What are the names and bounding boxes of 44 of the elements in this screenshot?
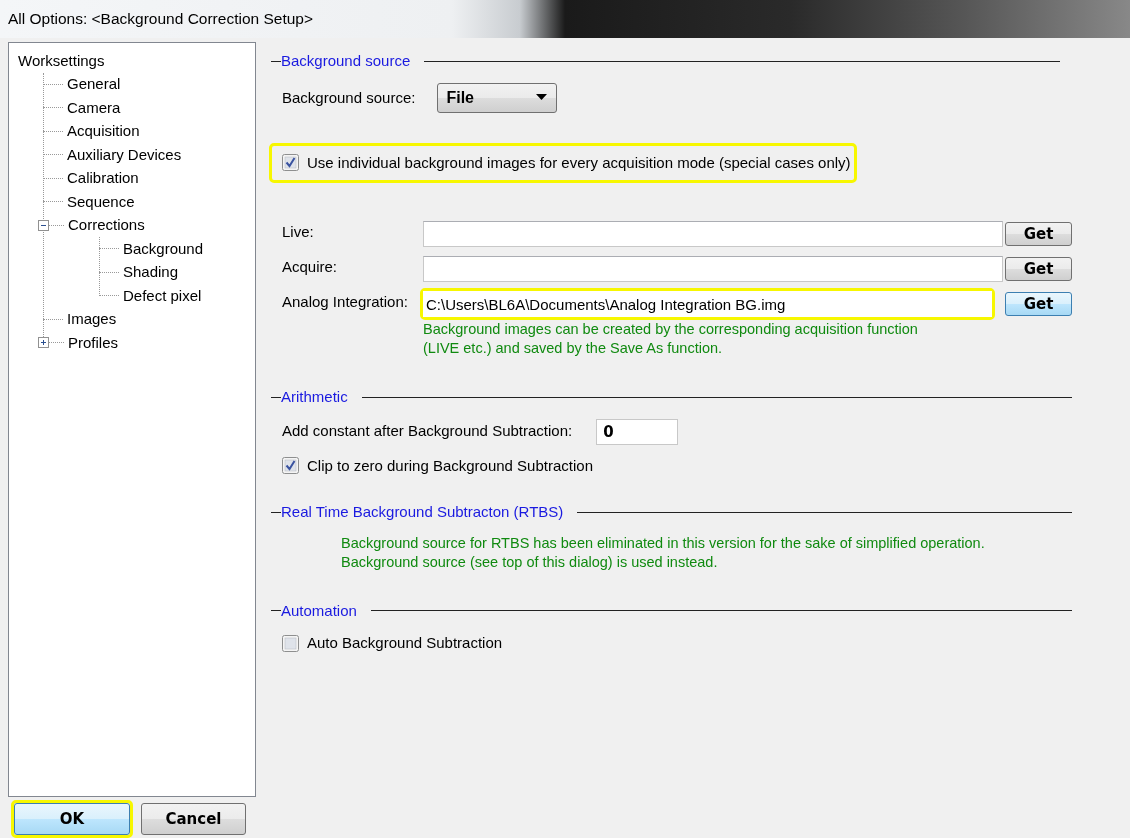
field-label: Acquire: bbox=[282, 257, 339, 277]
tree-item[interactable]: Worksettings bbox=[18, 49, 105, 72]
section-title: Real Time Background Subtracton (RTBS) bbox=[281, 502, 564, 522]
tree-item[interactable]: Auxiliary Devices bbox=[67, 143, 182, 166]
get-button[interactable]: Get bbox=[1005, 257, 1072, 281]
path-field[interactable] bbox=[423, 256, 1003, 282]
note-text: Background images can be created by the corresponding acquisition function (LIVE etc.) and saved by the Save As function. bbox=[422, 320, 918, 358]
tree-item[interactable]: Camera bbox=[67, 96, 121, 119]
section-title: Arithmetic bbox=[281, 387, 348, 407]
ok-button[interactable]: OK bbox=[14, 803, 130, 835]
tree-item[interactable]: General bbox=[67, 73, 121, 96]
section-title: Background source bbox=[281, 51, 411, 71]
dropdown[interactable]: File bbox=[437, 82, 558, 113]
window-title: All Options: <Background Correction Setup> bbox=[8, 9, 313, 30]
field-label: Live: bbox=[282, 222, 315, 242]
field-label: Background source: bbox=[282, 88, 416, 109]
get-button[interactable]: Get bbox=[1005, 292, 1072, 316]
tree-item[interactable]: Defect pixel bbox=[123, 284, 202, 307]
checkbox-label[interactable]: Use individual background images for every acquisition mode (special cases only) bbox=[307, 151, 851, 174]
path-field[interactable]: C:\Users\BL6A\Documents\Analog Integration BG.img bbox=[423, 291, 992, 317]
checkbox[interactable] bbox=[282, 634, 299, 652]
note-text: Background source for RTBS has been eliminated in this version for the sake of simplified operation. Background source (see top of this dialog) is used instead. bbox=[340, 533, 985, 572]
expand-icon[interactable] bbox=[38, 337, 49, 349]
tree-item[interactable]: Images bbox=[67, 308, 117, 331]
tree-item[interactable]: Shading bbox=[123, 261, 179, 284]
field-label: Add constant after Background Subtraction: bbox=[282, 421, 573, 442]
checkbox-label[interactable]: Clip to zero during Background Subtraction bbox=[307, 454, 593, 477]
section-title: Automation bbox=[281, 600, 357, 621]
path-field[interactable] bbox=[423, 221, 1003, 247]
tree-item[interactable]: Background bbox=[123, 237, 204, 260]
tree-item[interactable]: Calibration bbox=[67, 167, 139, 190]
collapse-icon[interactable] bbox=[38, 219, 49, 231]
cancel-button[interactable]: Cancel bbox=[141, 803, 246, 835]
tree-item[interactable]: Sequence bbox=[67, 190, 135, 213]
checkbox[interactable] bbox=[282, 154, 299, 172]
caret-icon[interactable] bbox=[536, 94, 549, 101]
number-field[interactable]: 0 bbox=[596, 418, 679, 445]
field-label: Analog Integration: bbox=[282, 292, 409, 312]
get-button[interactable]: Get bbox=[1005, 222, 1072, 246]
tree-item[interactable]: Acquisition bbox=[67, 120, 140, 143]
tree-item[interactable]: Corrections bbox=[68, 214, 145, 237]
tree-item[interactable]: Profiles bbox=[68, 331, 119, 354]
checkbox-label[interactable]: Auto Background Subtraction bbox=[307, 632, 503, 655]
checkbox[interactable] bbox=[282, 457, 299, 475]
